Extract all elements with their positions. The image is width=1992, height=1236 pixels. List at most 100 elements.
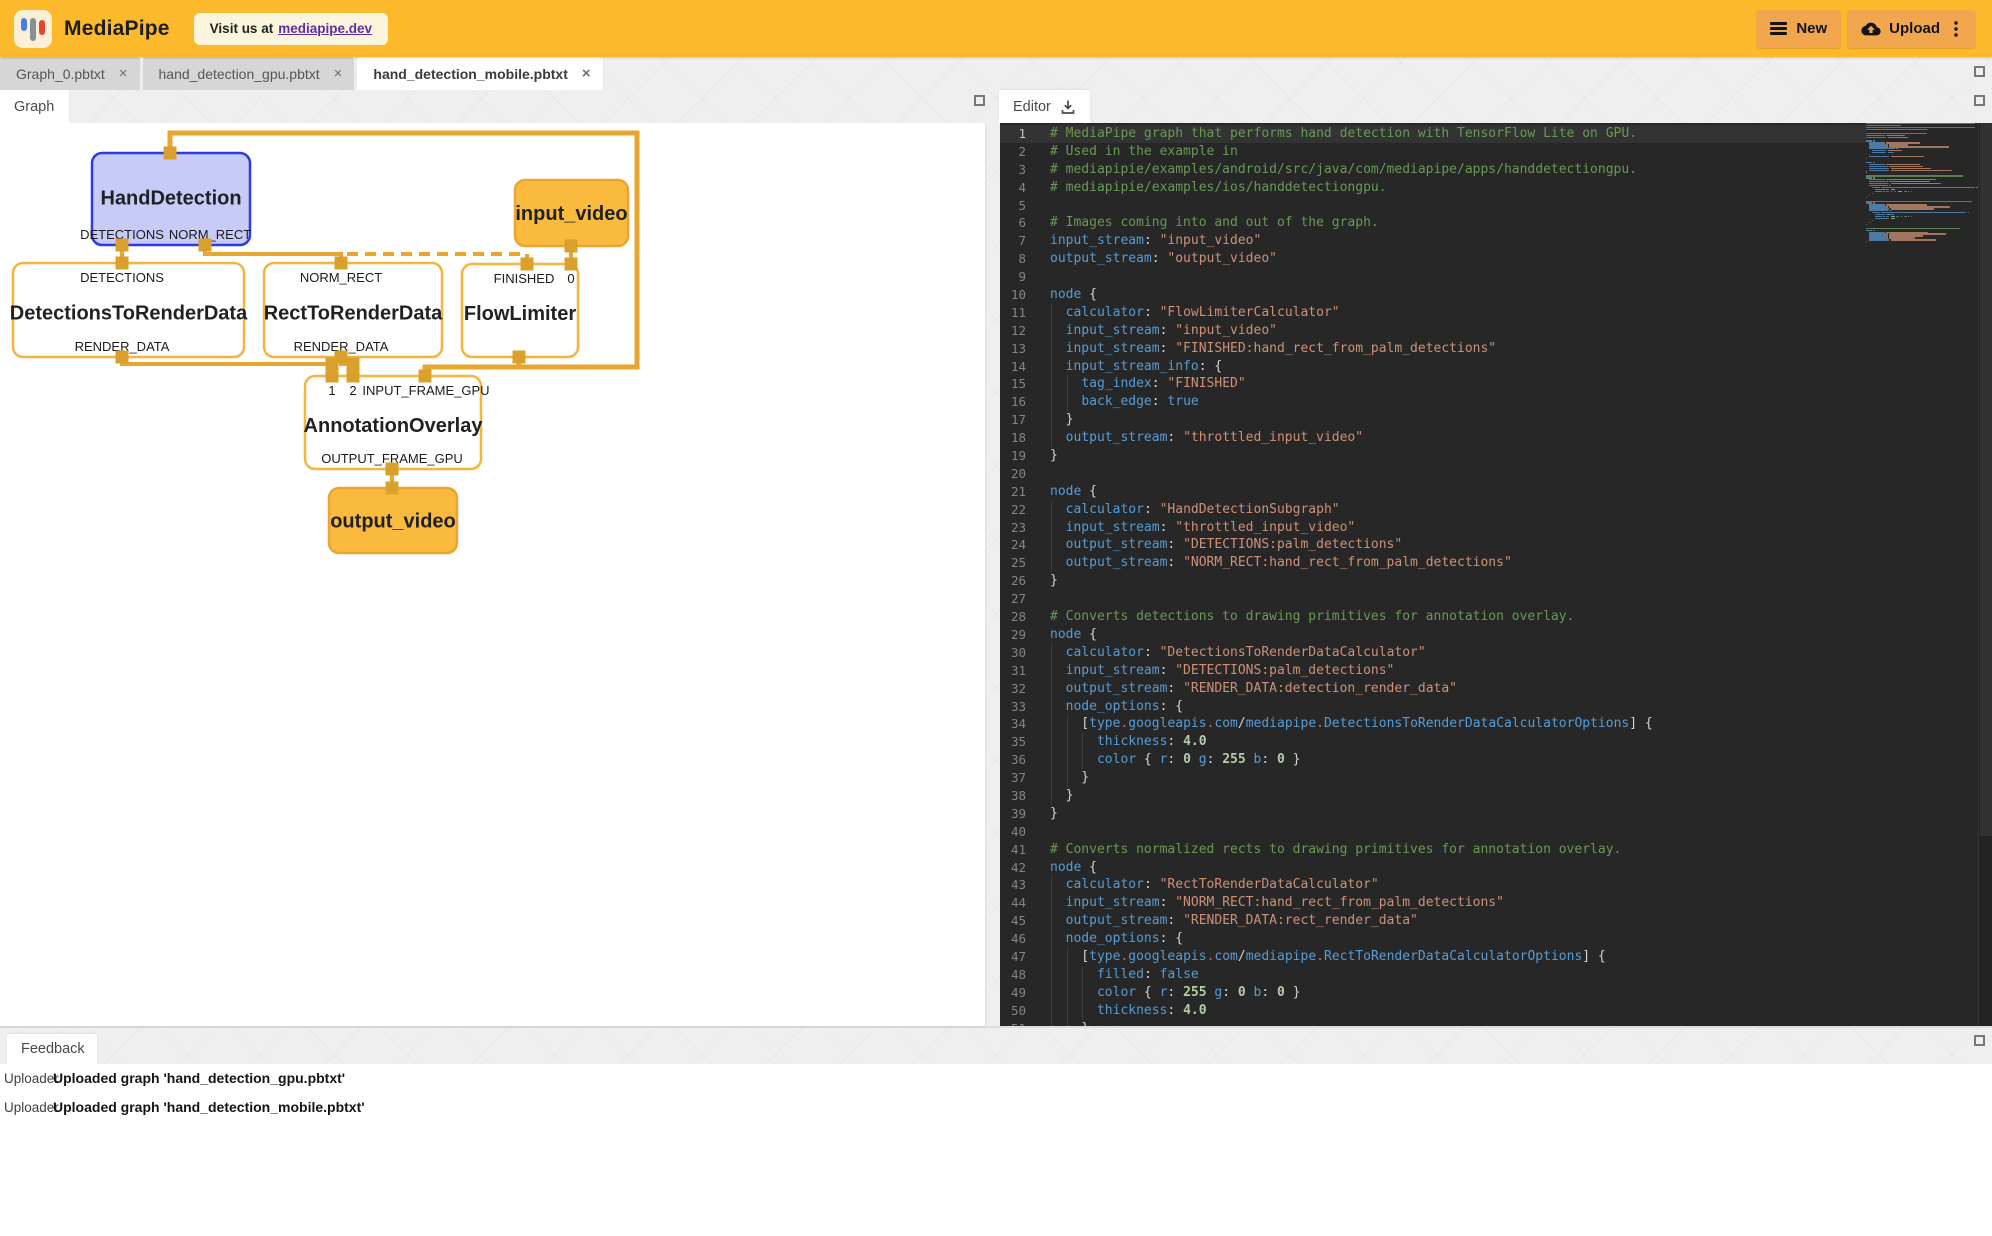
graph-node-hand-detection[interactable]: HandDetectionDETECTIONSNORM_RECT <box>80 153 251 245</box>
editor-panel-popout-icon[interactable] <box>1974 95 1985 106</box>
port-connector[interactable] <box>347 358 360 371</box>
graph-panel-popout-icon[interactable] <box>974 95 985 106</box>
code-line[interactable]: 12 input_stream: "input_video" <box>1000 322 1978 340</box>
code-line[interactable]: 31 input_stream: "DETECTIONS:palm_detect… <box>1000 662 1978 680</box>
graph-canvas[interactable]: HandDetectionDETECTIONSNORM_RECT input_vi… <box>0 123 985 1026</box>
close-tab-icon[interactable]: × <box>119 66 128 81</box>
editor-minimap[interactable] <box>1866 123 1978 1026</box>
code-line[interactable]: 21node { <box>1000 483 1978 501</box>
code-line[interactable]: 50 thickness: 4.0 <box>1000 1002 1978 1020</box>
code-line[interactable]: 7input_stream: "input_video" <box>1000 232 1978 250</box>
code-line[interactable]: 9 <box>1000 268 1978 286</box>
code-line[interactable]: 46 node_options: { <box>1000 930 1978 948</box>
code-line[interactable]: 24 output_stream: "DETECTIONS:palm_detec… <box>1000 536 1978 554</box>
code-line-text: node_options: { <box>1050 698 1183 716</box>
port-connector[interactable] <box>565 240 578 253</box>
code-line[interactable]: 49 color { r: 255 g: 0 b: 0 } <box>1000 984 1978 1002</box>
port-connector[interactable] <box>347 370 360 383</box>
code-line[interactable]: 19} <box>1000 447 1978 465</box>
more-options-icon[interactable] <box>1950 20 1962 38</box>
code-line[interactable]: 8output_stream: "output_video" <box>1000 250 1978 268</box>
port-connector[interactable] <box>513 351 526 364</box>
download-icon[interactable] <box>1060 99 1076 115</box>
port-connector[interactable] <box>335 257 348 270</box>
file-tab-Graph_0-pbtxt[interactable]: Graph_0.pbtxt× <box>0 57 140 90</box>
code-line[interactable]: 45 output_stream: "RENDER_DATA:rect_rend… <box>1000 912 1978 930</box>
port-connector[interactable] <box>386 463 399 476</box>
code-line[interactable]: 25 output_stream: "NORM_RECT:hand_rect_f… <box>1000 554 1978 572</box>
line-number: 31 <box>1000 662 1026 680</box>
line-number: 17 <box>1000 411 1026 429</box>
code-line[interactable]: 20 <box>1000 465 1978 483</box>
code-line[interactable]: 44 input_stream: "NORM_RECT:hand_rect_fr… <box>1000 894 1978 912</box>
code-line[interactable]: 11 calculator: "FlowLimiterCalculator" <box>1000 304 1978 322</box>
port-connector[interactable] <box>565 258 578 271</box>
graph-node-annotation-overlay[interactable]: AnnotationOverlay12INPUT_FRAME_GPUOUTPUT… <box>304 376 490 469</box>
code-line[interactable]: 22 calculator: "HandDetectionSubgraph" <box>1000 501 1978 519</box>
close-tab-icon[interactable]: × <box>582 66 591 81</box>
port-connector[interactable] <box>116 257 129 270</box>
code-line[interactable]: 30 calculator: "DetectionsToRenderDataCa… <box>1000 644 1978 662</box>
close-tab-icon[interactable]: × <box>334 66 343 81</box>
code-line[interactable]: 47 [type.googleapis.com/mediapipe.RectTo… <box>1000 948 1978 966</box>
port-connector[interactable] <box>386 482 399 495</box>
code-line[interactable]: 15 tag_index: "FINISHED" <box>1000 375 1978 393</box>
code-line[interactable]: 16 back_edge: true <box>1000 393 1978 411</box>
graph-node-detections-to-render-data[interactable]: DetectionsToRenderDataDETECTIONSRENDER_D… <box>10 263 248 357</box>
port-connector[interactable] <box>116 239 129 252</box>
graph-node-flow-limiter[interactable]: FlowLimiterFINISHED0 <box>462 264 578 357</box>
code-line[interactable]: 38 } <box>1000 787 1978 805</box>
editor-scrollbar[interactable] <box>1978 123 1992 1026</box>
tab-editor[interactable]: Editor <box>999 90 1090 123</box>
port-connector[interactable] <box>419 370 432 383</box>
code-line[interactable]: 10node { <box>1000 286 1978 304</box>
code-line[interactable]: 28# Converts detections to drawing primi… <box>1000 608 1978 626</box>
scrollbar-thumb[interactable] <box>1980 123 1992 836</box>
code-area[interactable]: 1# MediaPipe graph that performs hand de… <box>1000 125 1978 1026</box>
file-tab-hand_detection_mobile-pbtxt[interactable]: hand_detection_mobile.pbtxt× <box>357 57 602 90</box>
graph-node-output-video[interactable]: output_video <box>329 488 457 553</box>
code-line[interactable]: 18 output_stream: "throttled_input_video… <box>1000 429 1978 447</box>
code-line[interactable]: 4# mediapipie/examples/ios/handdetection… <box>1000 179 1978 197</box>
code-line[interactable]: 3# mediapipie/examples/android/src/java/… <box>1000 161 1978 179</box>
mediapipe-dev-link[interactable]: mediapipe.dev <box>278 21 372 36</box>
code-line[interactable]: 36 color { r: 0 g: 255 b: 0 } <box>1000 751 1978 769</box>
code-line[interactable]: 41# Converts normalized rects to drawing… <box>1000 841 1978 859</box>
upload-button[interactable]: Upload <box>1847 10 1976 48</box>
code-line[interactable]: 33 node_options: { <box>1000 698 1978 716</box>
code-line[interactable]: 2# Used in the example in <box>1000 143 1978 161</box>
code-line[interactable]: 17 } <box>1000 411 1978 429</box>
code-line[interactable]: 23 input_stream: "throttled_input_video" <box>1000 519 1978 537</box>
code-line[interactable]: 27 <box>1000 590 1978 608</box>
code-line[interactable]: 29node { <box>1000 626 1978 644</box>
code-line[interactable]: 5 <box>1000 197 1978 215</box>
port-connector[interactable] <box>199 239 212 252</box>
port-connector[interactable] <box>326 358 339 371</box>
code-line[interactable]: 34 [type.googleapis.com/mediapipe.Detect… <box>1000 715 1978 733</box>
graph-node-input-video[interactable]: input_video <box>515 180 628 246</box>
code-editor[interactable]: 1# MediaPipe graph that performs hand de… <box>1000 123 1992 1026</box>
code-line[interactable]: 39} <box>1000 805 1978 823</box>
code-line[interactable]: 40 <box>1000 823 1978 841</box>
code-line[interactable]: 48 filled: false <box>1000 966 1978 984</box>
code-line[interactable]: 43 calculator: "RectToRenderDataCalculat… <box>1000 876 1978 894</box>
tab-feedback[interactable]: Feedback <box>7 1034 97 1064</box>
new-button[interactable]: New <box>1756 10 1841 48</box>
port-connector[interactable] <box>116 351 129 364</box>
code-line[interactable]: 6# Images coming into and out of the gra… <box>1000 214 1978 232</box>
tab-graph[interactable]: Graph <box>0 90 69 123</box>
port-connector[interactable] <box>164 147 177 160</box>
code-line[interactable]: 35 thickness: 4.0 <box>1000 733 1978 751</box>
feedback-panel-popout-icon[interactable] <box>1974 1035 1985 1046</box>
port-connector[interactable] <box>521 258 534 271</box>
code-line[interactable]: 14 input_stream_info: { <box>1000 358 1978 376</box>
code-line[interactable]: 37 } <box>1000 769 1978 787</box>
code-line[interactable]: 1# MediaPipe graph that performs hand de… <box>1000 125 1978 143</box>
code-line[interactable]: 13 input_stream: "FINISHED:hand_rect_fro… <box>1000 340 1978 358</box>
code-line[interactable]: 32 output_stream: "RENDER_DATA:detection… <box>1000 680 1978 698</box>
port-connector[interactable] <box>326 370 339 383</box>
code-line[interactable]: 42node { <box>1000 859 1978 877</box>
graph-node-rect-to-render-data[interactable]: RectToRenderDataNORM_RECTRENDER_DATA <box>264 263 443 357</box>
file-tab-hand_detection_gpu-pbtxt[interactable]: hand_detection_gpu.pbtxt× <box>143 57 355 90</box>
code-line[interactable]: 26} <box>1000 572 1978 590</box>
